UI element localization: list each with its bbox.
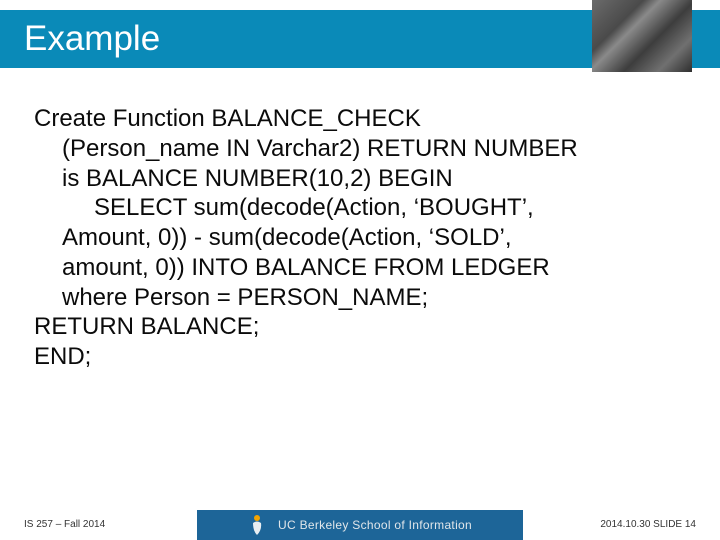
code-line: END;	[34, 342, 686, 372]
slide-body: Create Function BALANCE_CHECK (Person_na…	[0, 78, 720, 372]
slide-header: Example	[0, 0, 720, 78]
header-photo	[592, 0, 692, 72]
code-line: (Person_name IN Varchar2) RETURN NUMBER	[34, 134, 686, 164]
code-line: where Person = PERSON_NAME;	[34, 283, 686, 313]
footer-branding: UC Berkeley School of Information	[197, 510, 523, 540]
footer-date-slide: 2014.10.30 SLIDE 14	[600, 519, 696, 530]
code-line: is BALANCE NUMBER(10,2) BEGIN	[34, 164, 686, 194]
footer-school-name: UC Berkeley School of Information	[278, 518, 472, 532]
slide-footer: IS 257 – Fall 2014 UC Berkeley School of…	[0, 506, 720, 540]
code-line: SELECT sum(decode(Action, ‘BOUGHT’,	[34, 193, 686, 223]
code-line: RETURN BALANCE;	[34, 312, 686, 342]
footer-course: IS 257 – Fall 2014	[24, 519, 105, 530]
code-line: Amount, 0)) - sum(decode(Action, ‘SOLD’,	[34, 223, 686, 253]
code-line: amount, 0)) INTO BALANCE FROM LEDGER	[34, 253, 686, 283]
slide-title: Example	[24, 19, 160, 59]
ischool-logo-icon	[248, 514, 270, 536]
code-line: Create Function BALANCE_CHECK	[34, 104, 686, 134]
